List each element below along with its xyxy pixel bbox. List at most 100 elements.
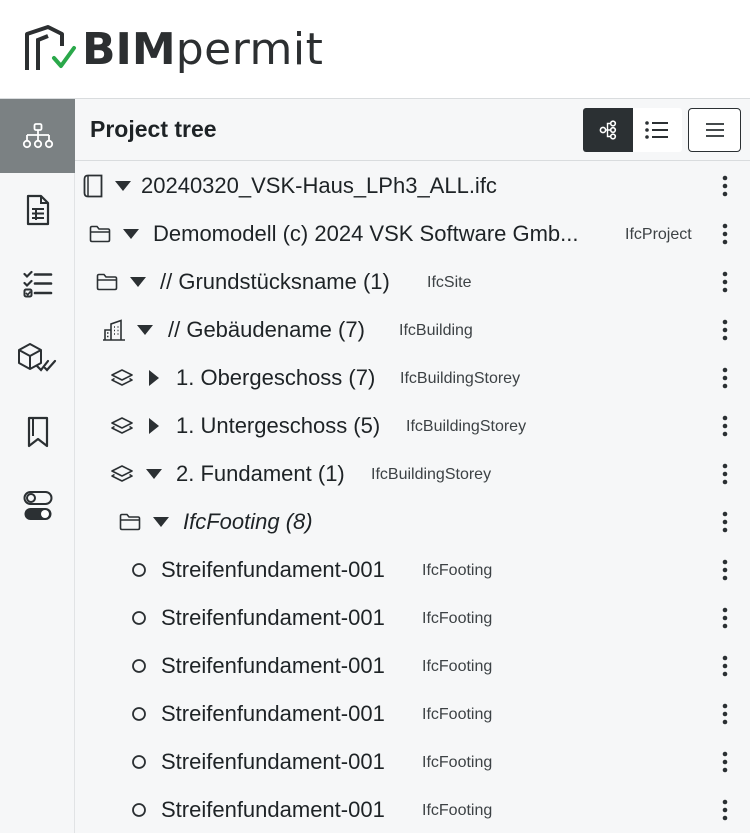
caret-down-icon[interactable] xyxy=(121,224,141,244)
circle-icon xyxy=(127,750,151,774)
caret-right-icon[interactable] xyxy=(144,368,164,388)
layers-icon xyxy=(110,414,134,438)
tree-node[interactable]: 1. Obergeschoss (7) IfcBuildingStorey xyxy=(75,354,750,402)
file-icon xyxy=(81,174,105,198)
sidebar-item-checklist[interactable] xyxy=(0,247,75,321)
tree-node[interactable]: // Gebäudename (7) IfcBuilding xyxy=(75,306,750,354)
tree-leaf-item[interactable]: Streifenfundament-001 IfcFooting xyxy=(75,738,750,786)
logo-house-check-icon xyxy=(25,25,76,70)
kebab-menu-icon[interactable] xyxy=(713,606,737,630)
tree-node-type: IfcBuildingStorey xyxy=(406,418,527,435)
kebab-menu-icon[interactable] xyxy=(713,654,737,678)
kebab-menu-icon[interactable] xyxy=(713,366,737,390)
bimpermit-logo[interactable]: BIM permit xyxy=(24,20,323,78)
kebab-menu-icon[interactable] xyxy=(713,414,737,438)
tree-leaf-item[interactable]: Streifenfundament-001 IfcFooting xyxy=(75,546,750,594)
caret-down-icon[interactable] xyxy=(151,512,171,532)
layers-icon xyxy=(110,462,134,486)
tree-node[interactable]: Demomodell (c) 2024 VSK Software Gmb... I… xyxy=(75,210,750,258)
tree-node-label: Streifenfundament-001 xyxy=(161,653,385,678)
caret-down-icon[interactable] xyxy=(144,464,164,484)
left-sidebar xyxy=(0,99,75,833)
kebab-menu-icon[interactable] xyxy=(713,510,737,534)
view-toggle xyxy=(583,108,682,152)
hamburger-menu-icon xyxy=(705,123,724,137)
tree-leaf-item[interactable]: Streifenfundament-001 IfcFooting xyxy=(75,642,750,690)
kebab-menu-icon[interactable] xyxy=(713,462,737,486)
bookmark-icon xyxy=(27,416,48,448)
tree-node[interactable]: 1. Untergeschoss (5) IfcBuildingStorey xyxy=(75,402,750,450)
tree-node-label: Streifenfundament-001 xyxy=(161,749,385,774)
circle-icon xyxy=(127,702,151,726)
caret-down-icon[interactable] xyxy=(135,320,155,340)
layers-icon xyxy=(110,366,134,390)
tree-node-label: Demomodell (c) 2024 VSK Software Gmb... xyxy=(153,221,579,246)
tree-node-type: IfcProject xyxy=(625,226,692,243)
app-header: BIM permit xyxy=(0,0,750,99)
folder-icon xyxy=(118,510,142,534)
document-icon xyxy=(26,194,49,226)
tree-node-label: 1. Untergeschoss (5) xyxy=(176,413,381,438)
tree-node[interactable]: // Grundstücksname (1) IfcSite xyxy=(75,258,750,306)
sidebar-item-documents[interactable] xyxy=(0,173,75,247)
tree-node-label: // Gebäudename (7) xyxy=(168,317,365,342)
kebab-menu-icon[interactable] xyxy=(713,702,737,726)
logo-text-bim: BIM xyxy=(82,23,176,75)
tree-view-button[interactable] xyxy=(583,108,633,152)
tree-leaf-item[interactable]: Streifenfundament-001 IfcFooting xyxy=(75,786,750,833)
kebab-menu-icon[interactable] xyxy=(713,318,737,342)
tree-node-label: 20240320_VSK-Haus_LPh3_ALL.ifc xyxy=(141,173,497,198)
tree-leaf-item[interactable]: Streifenfundament-001 IfcFooting xyxy=(75,690,750,738)
building-icon xyxy=(102,318,126,342)
tree-node-label: Streifenfundament-001 xyxy=(161,797,385,822)
kebab-menu-icon[interactable] xyxy=(713,750,737,774)
tree-leaf-item[interactable]: Streifenfundament-001 IfcFooting xyxy=(75,594,750,642)
tree-node-type: IfcBuildingStorey xyxy=(400,370,521,387)
panel-header: Project tree xyxy=(75,99,750,161)
folder-icon xyxy=(88,222,112,246)
tree-node[interactable]: IfcFooting (8) xyxy=(75,498,750,546)
tree-node-label: 1. Obergeschoss (7) xyxy=(176,365,376,390)
sidebar-item-project-tree[interactable] xyxy=(0,99,75,173)
tree-node-type: IfcSite xyxy=(427,274,472,291)
tree-node-label: Streifenfundament-001 xyxy=(161,557,385,582)
tree-node-type: IfcBuildingStorey xyxy=(371,466,492,483)
sidebar-item-settings[interactable] xyxy=(0,469,75,543)
logo-text-permit: permit xyxy=(175,23,324,75)
project-tree-panel: Project tree 20240320_VSK-Haus_LPh3_ALL.… xyxy=(75,99,750,833)
kebab-menu-icon[interactable] xyxy=(713,558,737,582)
tree-node-label: // Grundstücksname (1) xyxy=(160,269,390,294)
folder-icon xyxy=(95,270,119,294)
tree-node-type: IfcFooting xyxy=(422,754,493,771)
tree-node-type: IfcBuilding xyxy=(399,322,473,339)
circle-icon xyxy=(127,558,151,582)
kebab-menu-icon[interactable] xyxy=(713,222,737,246)
kebab-menu-icon[interactable] xyxy=(713,174,737,198)
tree-node[interactable]: 2. Fundament (1) IfcBuildingStorey xyxy=(75,450,750,498)
caret-down-icon[interactable] xyxy=(128,272,148,292)
caret-down-icon[interactable] xyxy=(113,176,133,196)
checklist-icon xyxy=(22,270,52,298)
kebab-menu-icon[interactable] xyxy=(713,798,737,822)
tree-node-label: Streifenfundament-001 xyxy=(161,701,385,726)
circle-icon xyxy=(127,654,151,678)
tree-node-label: Streifenfundament-001 xyxy=(161,605,385,630)
panel-title: Project tree xyxy=(90,116,217,142)
tree-node-label: IfcFooting (8) xyxy=(183,509,313,534)
cube-check-icon xyxy=(17,343,56,372)
tree-node-label: 2. Fundament (1) xyxy=(176,461,345,486)
caret-right-icon[interactable] xyxy=(144,416,164,436)
tree-node-type: IfcFooting xyxy=(422,706,493,723)
sidebar-item-model-check[interactable] xyxy=(0,321,75,395)
tree-node-type: IfcFooting xyxy=(422,802,493,819)
kebab-menu-icon[interactable] xyxy=(713,270,737,294)
list-view-button[interactable] xyxy=(632,108,682,152)
tree-node-type: IfcFooting xyxy=(422,658,493,675)
hierarchy-icon xyxy=(22,123,53,149)
circle-icon xyxy=(127,798,151,822)
tree-node[interactable]: 20240320_VSK-Haus_LPh3_ALL.ifc xyxy=(75,162,750,210)
sidebar-item-bookmarks[interactable] xyxy=(0,395,75,469)
toggle-icon xyxy=(23,491,52,520)
panel-menu-button[interactable] xyxy=(688,108,741,152)
tree-view-icon xyxy=(599,120,616,140)
